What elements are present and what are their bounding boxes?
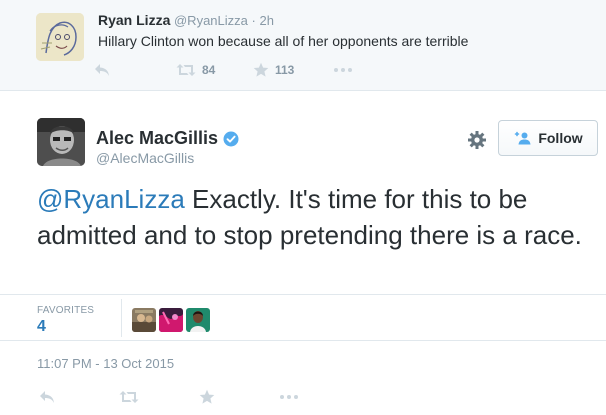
follow-button-label: Follow <box>538 130 583 146</box>
gear-icon <box>468 131 486 149</box>
parent-favorite-count: 113 <box>275 63 295 77</box>
author-photo-image <box>37 118 85 166</box>
retweet-button[interactable] <box>119 387 139 407</box>
mention-link[interactable]: @RyanLizza <box>37 184 185 214</box>
favoriter-photo-image <box>186 308 210 332</box>
favorites-label: FAVORITES <box>37 305 95 316</box>
more-icon <box>280 395 298 399</box>
favoriter-avatar[interactable] <box>186 308 210 332</box>
parent-avatar[interactable] <box>36 13 84 61</box>
reply-icon <box>95 64 109 76</box>
reply-button[interactable] <box>39 387 55 407</box>
author-name[interactable]: Alec MacGillis <box>96 128 218 149</box>
separator-dot: · <box>251 13 256 28</box>
parent-more-button[interactable] <box>333 60 353 80</box>
parent-action-bar: 84 113 <box>92 60 392 80</box>
parent-tweet-text: Hillary Clinton won because all of her o… <box>98 33 469 49</box>
favorite-button[interactable] <box>199 387 215 407</box>
parent-favorite-button[interactable]: 113 <box>253 60 294 80</box>
favoriter-avatar[interactable] <box>132 308 156 332</box>
tweet-action-bar <box>37 387 337 407</box>
more-icon <box>334 68 352 72</box>
reply-icon <box>40 391 54 403</box>
follow-button[interactable]: Follow <box>498 120 598 156</box>
favorite-icon <box>199 389 215 404</box>
parent-tweet[interactable]: Ryan Lizza @RyanLizza · 2h Hillary Clint… <box>0 0 606 91</box>
parent-retweet-count: 84 <box>202 63 216 77</box>
parent-reply-button[interactable] <box>94 60 110 80</box>
retweet-icon <box>119 391 139 403</box>
favoriter-photo-image <box>159 308 183 332</box>
stats-divider <box>121 299 122 337</box>
favoriter-avatar[interactable] <box>159 308 183 332</box>
verified-badge-icon <box>223 131 239 146</box>
favorites-count[interactable]: 4 <box>37 318 46 336</box>
parent-retweet-button[interactable]: 84 <box>176 60 215 80</box>
tweet-text: @RyanLizza Exactly. It's time for this t… <box>37 181 587 253</box>
tweet-stats: FAVORITES 4 <box>0 294 606 341</box>
parent-author-line: Ryan Lizza @RyanLizza · 2h <box>98 12 274 28</box>
parent-timestamp[interactable]: 2h <box>259 13 273 28</box>
sketch-avatar-image <box>36 13 84 61</box>
favoriter-avatars <box>132 308 210 332</box>
parent-author-handle[interactable]: @RyanLizza <box>174 13 248 28</box>
favorite-icon <box>253 62 269 77</box>
retweet-icon <box>176 64 196 76</box>
tweet-settings-button[interactable] <box>465 128 489 152</box>
tweet-timestamp[interactable]: 11:07 PM - 13 Oct 2015 <box>37 356 174 371</box>
favoriter-photo-image <box>132 308 156 332</box>
author-avatar[interactable] <box>37 118 85 166</box>
parent-author-name[interactable]: Ryan Lizza <box>98 12 170 28</box>
author-name-line: Alec MacGillis <box>96 128 239 149</box>
more-button[interactable] <box>279 387 299 407</box>
add-user-icon <box>515 131 531 145</box>
author-handle[interactable]: @AlecMacGillis <box>96 150 194 166</box>
